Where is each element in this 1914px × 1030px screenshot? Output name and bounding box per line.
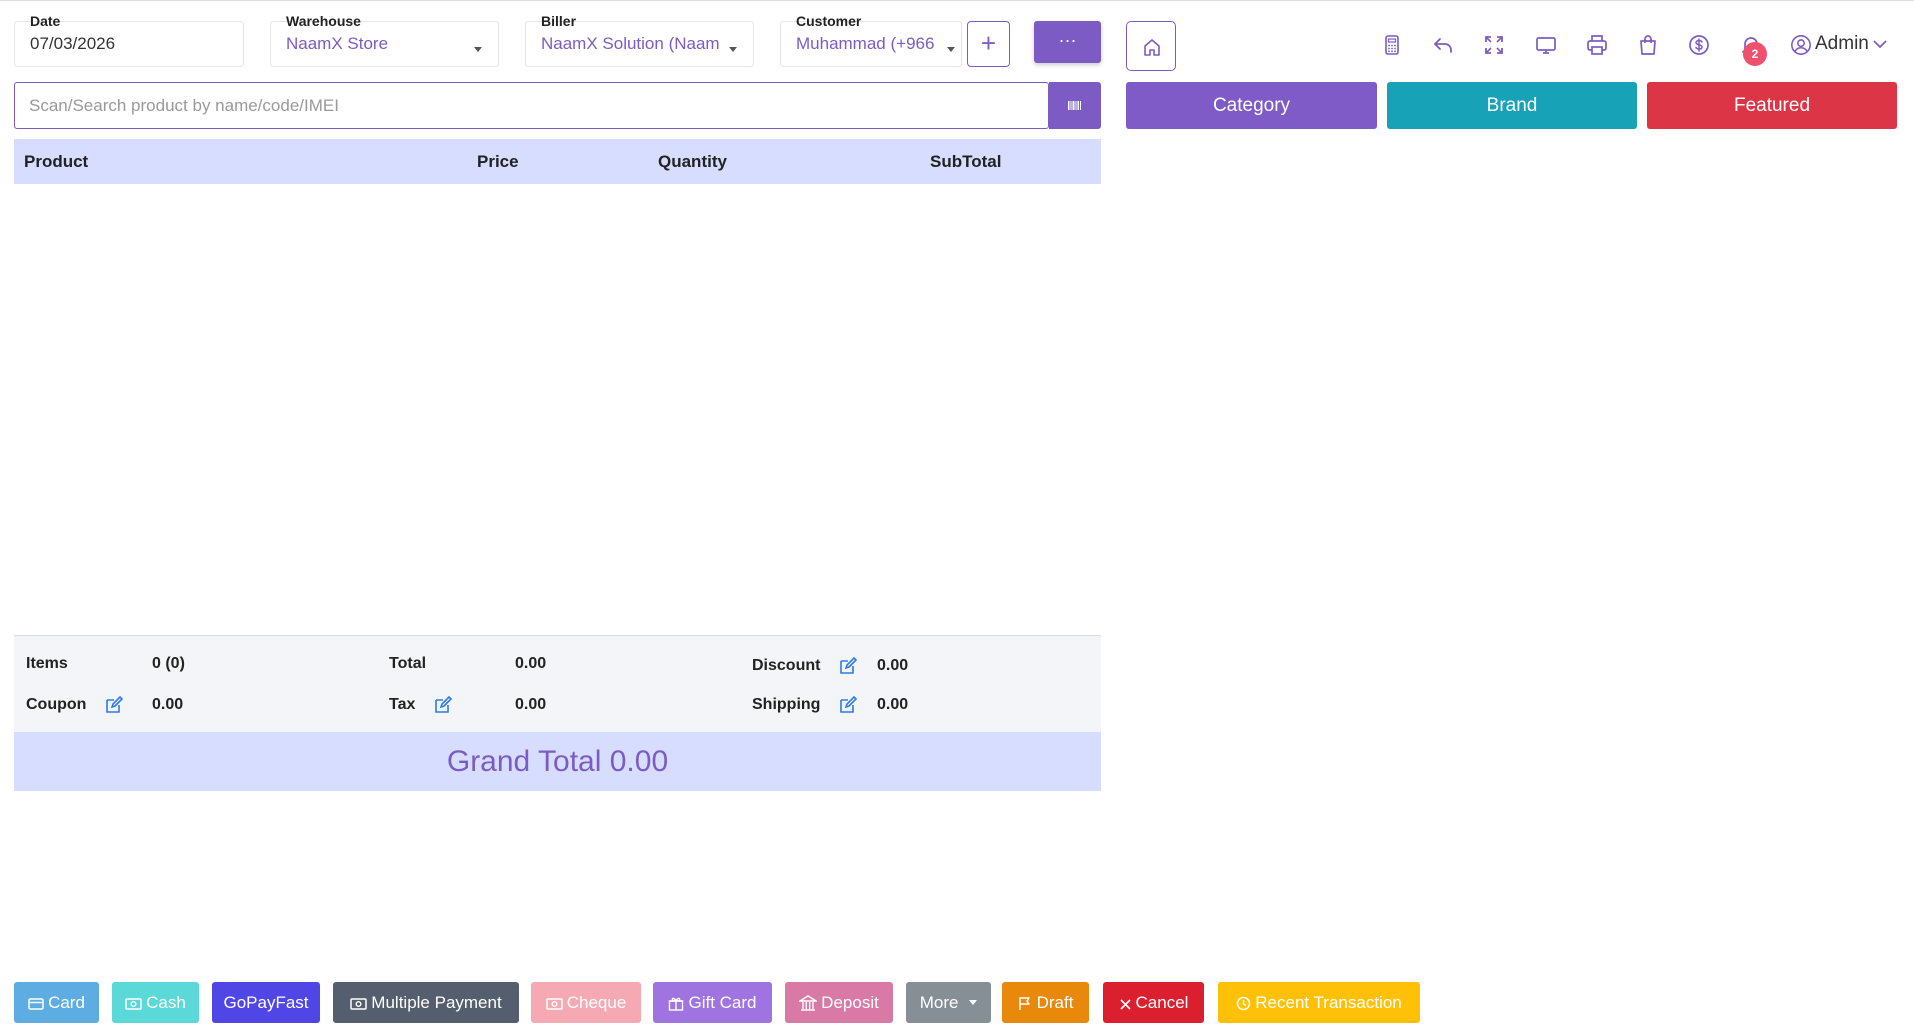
cash-payment-button[interactable]: Cash	[112, 982, 199, 1023]
cheque-label: Cheque	[566, 993, 627, 1012]
date-label: Date	[30, 13, 61, 29]
customer-label: Customer	[796, 13, 862, 29]
biller-select[interactable]: Biller NaamX Solution (Naam	[525, 7, 754, 67]
home-button[interactable]	[1126, 21, 1176, 71]
shipping-label: Shipping	[752, 696, 821, 713]
column-subtotal: SubTotal	[930, 152, 1002, 171]
credit-card-icon	[28, 998, 44, 1010]
cheque-icon	[545, 998, 563, 1010]
date-field[interactable]: Date 07/03/2026	[14, 7, 244, 67]
biller-value: NaamX Solution (Naam	[541, 34, 720, 53]
order-summary: Items 0 (0) Total 0.00 Discount 0.00 Cou…	[14, 635, 1101, 732]
brand-button[interactable]: Brand	[1387, 82, 1637, 129]
grand-total-bar: Grand Total 0.00	[14, 732, 1101, 791]
gopayfast-label: GoPayFast	[223, 993, 309, 1012]
warehouse-label: Warehouse	[286, 13, 361, 29]
edit-tax-icon[interactable]	[434, 696, 452, 714]
admin-menu-label[interactable]: Admin	[1815, 33, 1869, 55]
monitor-icon[interactable]	[1534, 33, 1558, 57]
featured-button[interactable]: Featured	[1647, 82, 1897, 129]
card-label: Card	[48, 993, 85, 1012]
tax-label: Tax	[389, 696, 416, 713]
cash-icon	[125, 998, 142, 1010]
caret-down-icon	[969, 1000, 978, 1005]
warehouse-select[interactable]: Warehouse NaamX Store	[270, 7, 499, 67]
calculator-icon[interactable]	[1380, 33, 1404, 57]
chevron-down-icon	[474, 47, 482, 52]
biller-label: Biller	[541, 13, 577, 29]
total-value: 0.00	[515, 655, 547, 672]
shipping-value: 0.00	[877, 696, 909, 713]
column-quantity: Quantity	[658, 152, 727, 171]
add-customer-button[interactable]: +	[967, 21, 1010, 67]
column-price: Price	[477, 152, 519, 171]
grand-total: Grand Total 0.00	[446, 745, 669, 778]
draft-button[interactable]: Draft	[1002, 982, 1089, 1023]
dollar-icon[interactable]	[1687, 33, 1711, 57]
fullscreen-icon[interactable]	[1482, 33, 1506, 57]
chevron-down-icon[interactable]	[1870, 34, 1890, 54]
date-value: 07/03/2026	[30, 34, 116, 53]
money-icon	[350, 998, 368, 1010]
more-options-button[interactable]: ···	[1034, 21, 1101, 63]
card-payment-button[interactable]: Card	[14, 982, 99, 1023]
user-icon[interactable]	[1790, 34, 1812, 56]
total-label: Total	[389, 655, 427, 672]
product-search[interactable]	[14, 82, 1049, 129]
deposit-payment-button[interactable]: Deposit	[785, 982, 893, 1023]
category-button[interactable]: Category	[1126, 82, 1377, 129]
cancel-label: Cancel	[1135, 993, 1189, 1012]
cheque-payment-button[interactable]: Cheque	[531, 982, 641, 1023]
items-value: 0 (0)	[152, 655, 185, 672]
gift-card-label: Gift Card	[688, 993, 757, 1012]
edit-discount-icon[interactable]	[839, 657, 857, 675]
chevron-down-icon	[947, 47, 955, 52]
multiple-payment-label: Multiple Payment	[371, 993, 502, 1012]
flag-icon	[1018, 997, 1030, 1010]
undo-icon[interactable]	[1431, 33, 1455, 57]
clock-icon	[1237, 996, 1251, 1011]
bank-icon	[797, 995, 819, 1011]
discount-label: Discount	[752, 657, 821, 674]
gopayfast-payment-button[interactable]: GoPayFast	[212, 982, 320, 1023]
recent-transaction-label: Recent Transaction	[1255, 993, 1402, 1012]
customer-select[interactable]: Customer Muhammad (+966	[780, 7, 962, 67]
gift-card-payment-button[interactable]: Gift Card	[653, 982, 772, 1023]
barcode-icon	[1068, 101, 1081, 110]
edit-shipping-icon[interactable]	[839, 696, 857, 714]
draft-label: Draft	[1036, 993, 1074, 1012]
discount-value: 0.00	[877, 657, 909, 674]
cancel-button[interactable]: Cancel	[1103, 982, 1204, 1023]
customer-value: Muhammad (+966	[796, 34, 935, 53]
edit-coupon-icon[interactable]	[105, 696, 123, 714]
multiple-payment-button[interactable]: Multiple Payment	[333, 982, 519, 1023]
chevron-down-icon	[729, 47, 737, 52]
coupon-value: 0.00	[152, 696, 184, 713]
recent-transaction-button[interactable]: Recent Transaction	[1218, 982, 1420, 1023]
tax-value: 0.00	[515, 696, 547, 713]
more-label: More	[919, 993, 959, 1012]
items-label: Items	[26, 655, 68, 672]
printer-icon[interactable]	[1585, 33, 1609, 57]
gift-icon	[669, 997, 684, 1011]
deposit-label: Deposit	[821, 993, 879, 1012]
barcode-button[interactable]	[1049, 82, 1101, 129]
search-input[interactable]	[15, 83, 1048, 128]
cash-label: Cash	[146, 993, 186, 1012]
warehouse-value: NaamX Store	[286, 34, 389, 53]
more-payments-button[interactable]: More	[906, 982, 991, 1023]
coupon-label: Coupon	[26, 696, 87, 713]
shopping-bag-icon[interactable]	[1636, 33, 1660, 57]
home-icon	[1144, 39, 1160, 56]
cart-table-header: Product Price Quantity SubTotal	[14, 139, 1101, 184]
close-icon	[1119, 999, 1131, 1010]
notification-badge: 2	[1743, 42, 1767, 66]
column-product: Product	[24, 152, 89, 171]
